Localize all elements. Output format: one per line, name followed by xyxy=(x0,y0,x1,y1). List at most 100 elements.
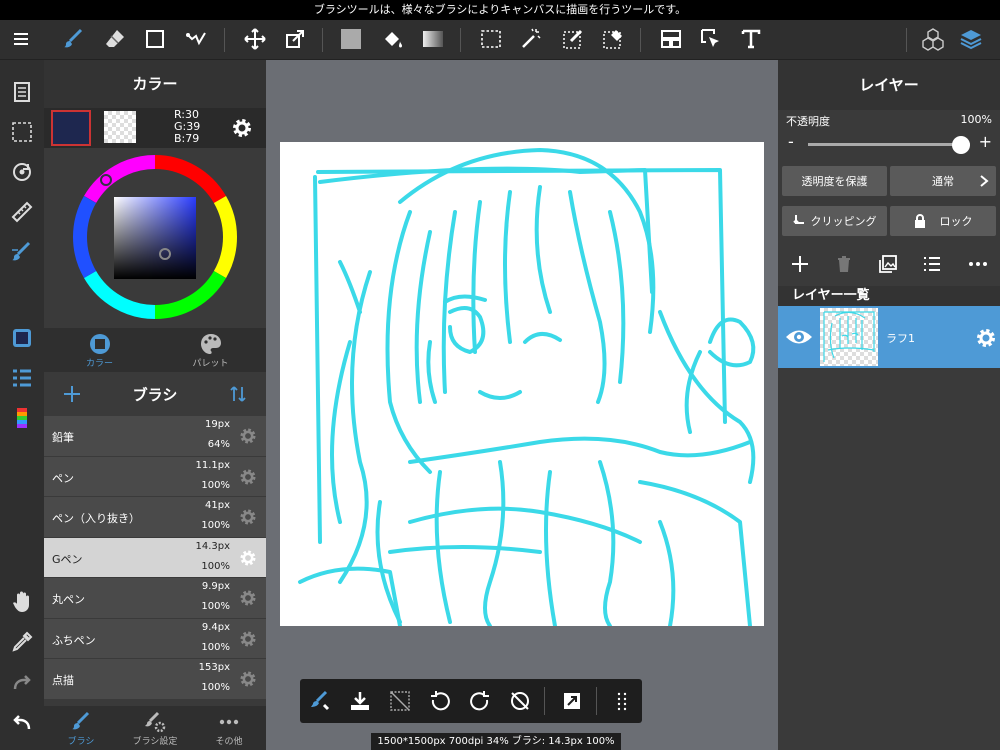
brush-erase-toggle-icon[interactable] xyxy=(308,689,332,713)
layer-panel-title: レイヤー xyxy=(778,60,1000,110)
brush-size: 19px xyxy=(205,419,230,430)
brush-item[interactable]: 丸ペン 9.9px 100% xyxy=(44,578,266,619)
tab-color[interactable]: カラー xyxy=(44,328,155,372)
brush-settings-gear-icon[interactable] xyxy=(238,426,258,446)
brush-settings-gear-icon[interactable] xyxy=(238,507,258,527)
blend-mode-button[interactable]: 通常 xyxy=(890,166,996,196)
brush-size: 14.3px xyxy=(195,540,230,552)
brush-tool-icon[interactable] xyxy=(58,24,88,54)
layer-image-icon[interactable] xyxy=(878,254,898,274)
brush-name: ふちペン xyxy=(52,633,96,647)
operation-tool-icon[interactable] xyxy=(696,24,726,54)
color-settings-gear-icon[interactable] xyxy=(230,116,254,140)
ruler-icon[interactable] xyxy=(8,198,36,226)
layer-item[interactable]: ラフ1 xyxy=(778,306,1000,368)
color-wheel[interactable] xyxy=(44,148,266,328)
materials-icon[interactable] xyxy=(918,24,948,54)
opacity-slider[interactable] xyxy=(808,143,970,146)
layer-name: ラフ1 xyxy=(886,332,915,345)
brush-settings-gear-icon[interactable] xyxy=(238,629,258,649)
tab-palette-label: パレット xyxy=(192,359,229,369)
layers-icon[interactable] xyxy=(956,24,986,54)
rotate-canvas-icon[interactable] xyxy=(8,158,36,186)
brush-item[interactable]: 鉛筆 19px 64% xyxy=(44,416,266,457)
brush-settings-gear-icon[interactable] xyxy=(238,669,258,689)
magic-wand-icon[interactable] xyxy=(516,24,546,54)
select-tool-icon[interactable] xyxy=(476,24,506,54)
tab-other[interactable]: その他 xyxy=(192,706,266,750)
vector-pen-icon[interactable] xyxy=(182,24,212,54)
rotate-left-icon[interactable] xyxy=(428,689,452,713)
brush-name: Gペン xyxy=(52,552,83,566)
fullscreen-icon[interactable] xyxy=(560,689,584,713)
more-grid-icon[interactable] xyxy=(610,689,634,713)
bottom-quick-toolbar xyxy=(300,679,642,723)
opacity-slider-thumb[interactable] xyxy=(952,136,970,154)
color-swatch-icon[interactable] xyxy=(8,324,36,352)
sub-color-swatch[interactable] xyxy=(104,111,136,143)
deselect-icon[interactable] xyxy=(388,689,412,713)
text-tool-icon[interactable] xyxy=(736,24,766,54)
eyedropper-icon[interactable] xyxy=(8,628,36,656)
brush-opacity: 100% xyxy=(201,601,230,612)
hand-tool-icon[interactable] xyxy=(8,588,36,616)
delete-layer-icon[interactable] xyxy=(834,254,854,274)
bucket-tool-icon[interactable] xyxy=(378,24,408,54)
rgb-readout: R:30 G:39 B:79 xyxy=(174,109,200,145)
palette-strip-icon[interactable] xyxy=(8,404,36,432)
save-download-icon[interactable] xyxy=(348,689,372,713)
clipping-button[interactable]: クリッピング xyxy=(782,206,887,236)
shape-tool-icon[interactable] xyxy=(140,24,170,54)
fill-color-icon[interactable] xyxy=(336,24,366,54)
rotate-right-icon[interactable] xyxy=(468,689,492,713)
brush-item[interactable]: Gペン 14.3px 100% xyxy=(44,537,266,578)
transform-tool-icon[interactable] xyxy=(280,24,310,54)
pen-correction-icon[interactable] xyxy=(8,238,36,266)
select-eraser-icon[interactable] xyxy=(598,24,628,54)
opacity-plus-icon[interactable]: + xyxy=(979,132,992,151)
opacity-minus-icon[interactable]: - xyxy=(788,132,794,151)
brush-opacity: 100% xyxy=(201,560,230,572)
tab-palette[interactable]: パレット xyxy=(155,328,266,372)
pages-icon[interactable] xyxy=(8,78,36,106)
brush-settings-gear-icon[interactable] xyxy=(238,588,258,608)
tab-brush[interactable]: ブラシ xyxy=(44,706,118,750)
brush-settings-gear-icon[interactable] xyxy=(238,548,258,568)
brush-item[interactable]: 点描 153px 100% xyxy=(44,659,266,700)
layer-list-icon[interactable] xyxy=(922,254,942,274)
main-color-swatch[interactable] xyxy=(51,110,91,146)
add-brush-icon[interactable] xyxy=(62,384,82,404)
brush-panel-title: ブラシ xyxy=(132,385,178,404)
brush-name: ペン xyxy=(52,471,74,485)
canvas-area[interactable]: 1500*1500px 700dpi 34% ブラシ: 14.3px 100% xyxy=(266,60,778,750)
sort-brush-icon[interactable] xyxy=(228,384,248,404)
brush-list-icon[interactable] xyxy=(8,364,36,392)
lock-button[interactable]: ロック xyxy=(890,206,996,236)
menu-icon[interactable] xyxy=(6,24,36,54)
move-tool-icon[interactable] xyxy=(240,24,270,54)
frame-divider-icon[interactable] xyxy=(656,24,686,54)
opacity-value: 100% xyxy=(960,113,992,126)
status-bar: 1500*1500px 700dpi 34% ブラシ: 14.3px 100% xyxy=(371,733,621,750)
gradient-tool-icon[interactable] xyxy=(418,24,448,54)
layer-settings-gear-icon[interactable] xyxy=(974,326,998,350)
layer-more-icon[interactable] xyxy=(968,254,988,274)
brush-item[interactable]: ペン（入り抜き） 41px 100% xyxy=(44,497,266,538)
brush-item[interactable]: ペン 11.1px 100% xyxy=(44,456,266,497)
lock-icon xyxy=(914,214,925,228)
brush-settings-gear-icon[interactable] xyxy=(238,467,258,487)
add-layer-icon[interactable] xyxy=(790,254,810,274)
brush-item[interactable]: ふちペン 9.4px 100% xyxy=(44,618,266,659)
drawing-canvas[interactable] xyxy=(280,142,764,626)
eraser-tool-icon[interactable] xyxy=(100,24,130,54)
brush-bottom-tabs: ブラシ ブラシ設定 その他 xyxy=(44,706,266,750)
reset-rotation-icon[interactable] xyxy=(508,689,532,713)
brush-size: 153px xyxy=(198,662,230,673)
undo-icon[interactable] xyxy=(8,708,36,736)
select-pen-icon[interactable] xyxy=(558,24,588,54)
visibility-eye-icon[interactable] xyxy=(784,324,814,350)
protect-alpha-button[interactable]: 透明度を保護 xyxy=(782,166,887,196)
redo-icon[interactable] xyxy=(8,668,36,696)
tab-brush-settings[interactable]: ブラシ設定 xyxy=(118,706,192,750)
selection-icon[interactable] xyxy=(8,118,36,146)
